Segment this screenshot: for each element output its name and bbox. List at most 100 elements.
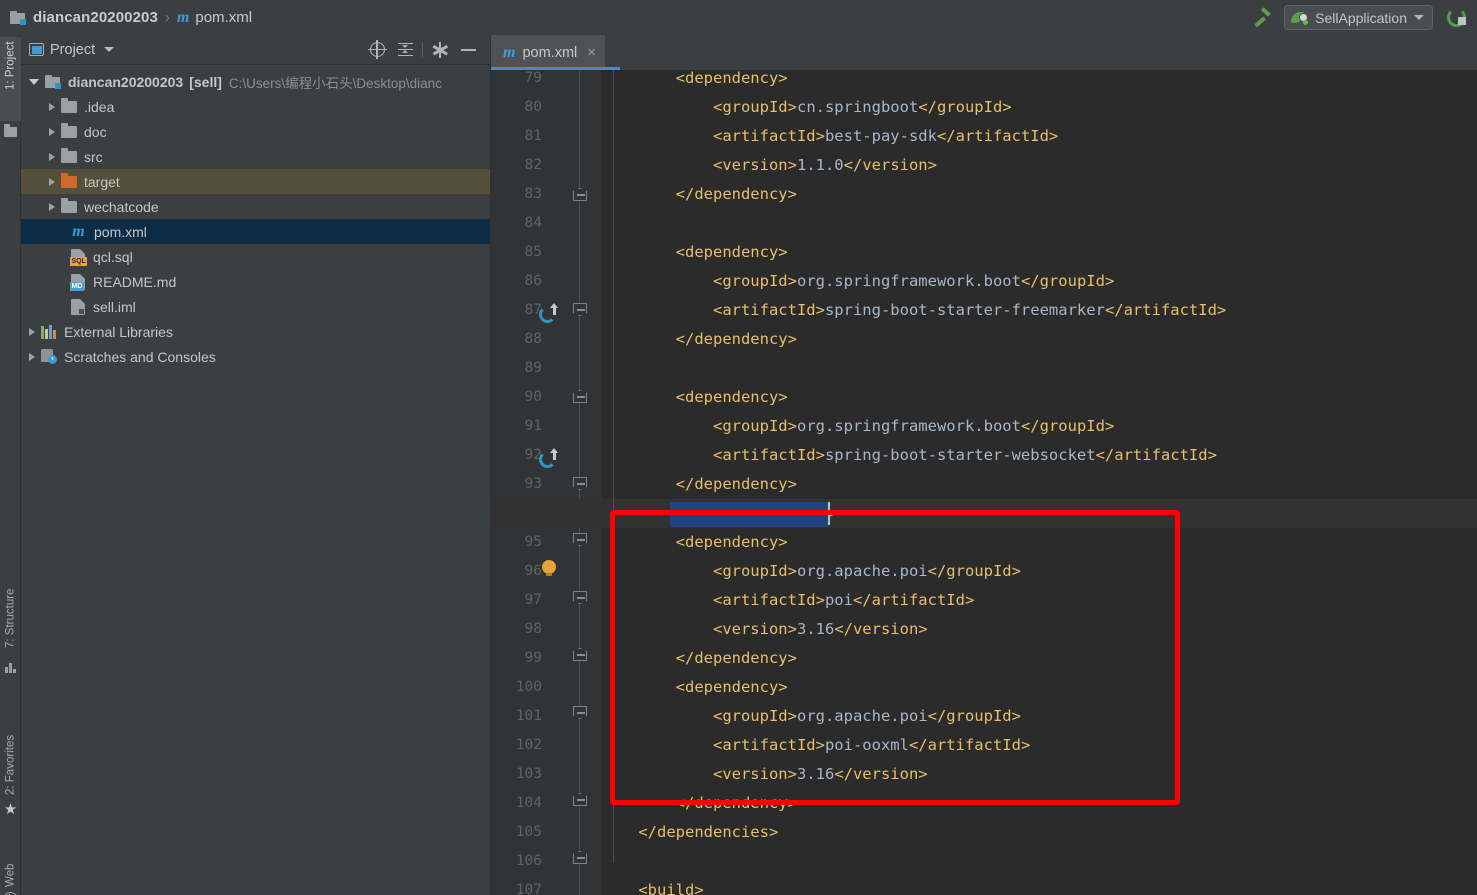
chevron-right-icon[interactable] bbox=[49, 177, 55, 186]
code-line[interactable]: </dependency> bbox=[601, 470, 797, 499]
tree-label: qcl.sql bbox=[93, 248, 133, 265]
line-number: 97 bbox=[524, 592, 542, 608]
rail-item-web[interactable]: Web bbox=[0, 845, 21, 887]
run-icon[interactable] bbox=[1443, 5, 1477, 31]
code-editor[interactable]: 7980818283848586878889909192939495969798… bbox=[491, 70, 1477, 895]
idea-window: diancan20200203 › m pom.xml SellApplicat… bbox=[0, 0, 1477, 895]
code-fold-marker[interactable] bbox=[573, 390, 587, 403]
close-icon[interactable]: × bbox=[587, 45, 596, 60]
code-fold-marker[interactable] bbox=[573, 706, 587, 719]
tool-window-rail: 1: Project 7: Structure 2: Favorites ★ W… bbox=[0, 35, 21, 895]
code-line[interactable]: <groupId>org.springframework.boot</group… bbox=[601, 412, 1114, 441]
tree-node-src[interactable]: src bbox=[21, 144, 490, 169]
code-line[interactable]: </dependencies> bbox=[601, 818, 778, 847]
structure-icon bbox=[5, 663, 16, 673]
minimize-icon bbox=[460, 48, 476, 51]
code-line[interactable]: </dependency> bbox=[601, 789, 797, 818]
tree-node-project[interactable]: diancan20200203 [sell] C:\Users\编程小石头\De… bbox=[21, 69, 490, 94]
tab-pom-xml[interactable]: m pom.xml × bbox=[491, 35, 620, 70]
hide-button[interactable] bbox=[454, 37, 482, 63]
code-line[interactable]: <groupId>org.apache.poi</groupId> bbox=[601, 557, 1021, 586]
settings-button[interactable] bbox=[426, 37, 454, 63]
code-fold-marker[interactable] bbox=[573, 591, 587, 604]
tree-node-scratches[interactable]: Scratches and Consoles bbox=[21, 344, 490, 369]
tree-node-readme-md[interactable]: MD README.md bbox=[21, 269, 490, 294]
line-number: 98 bbox=[524, 621, 542, 637]
tree-node-idea[interactable]: .idea bbox=[21, 94, 490, 119]
chevron-down-icon[interactable] bbox=[29, 78, 39, 85]
code-line[interactable]: <dependency> bbox=[601, 70, 788, 93]
code-line[interactable]: <dependency> bbox=[601, 528, 788, 557]
code-fold-marker[interactable] bbox=[573, 793, 587, 806]
code-fold-marker[interactable] bbox=[573, 188, 587, 201]
code-content[interactable]: <dependency> <groupId>cn.springboot</gro… bbox=[601, 70, 1477, 895]
maven-dependency-update-icon[interactable] bbox=[539, 303, 561, 325]
line-number: 82 bbox=[524, 157, 542, 173]
code-line[interactable]: <dependency> bbox=[601, 673, 788, 702]
chevron-down-icon[interactable] bbox=[104, 47, 115, 52]
chevron-right-icon[interactable] bbox=[29, 327, 35, 336]
folder-icon bbox=[4, 124, 17, 137]
line-number: 81 bbox=[524, 128, 542, 144]
maven-icon: m bbox=[176, 8, 190, 26]
hammer-icon[interactable] bbox=[1252, 6, 1274, 29]
locate-button[interactable] bbox=[363, 37, 391, 63]
code-line[interactable]: <version>3.16</version> bbox=[601, 615, 928, 644]
editor-tabs: m pom.xml × bbox=[491, 35, 1477, 70]
intention-bulb-icon[interactable] bbox=[542, 560, 556, 578]
code-line[interactable]: <version>1.1.0</version> bbox=[601, 151, 937, 180]
code-fold-marker[interactable] bbox=[573, 648, 587, 661]
rail-item-favorites[interactable]: 2: Favorites bbox=[0, 707, 21, 795]
code-line[interactable]: <groupId>org.apache.poi</groupId> bbox=[601, 702, 1021, 731]
breadcrumb-project[interactable]: diancan20200203 bbox=[33, 9, 158, 26]
chevron-right-icon[interactable] bbox=[49, 127, 55, 136]
code-fold-marker[interactable] bbox=[573, 851, 587, 864]
code-fold-marker[interactable] bbox=[573, 533, 587, 546]
line-number: 87 bbox=[524, 302, 542, 318]
code-line[interactable]: <version>3.16</version> bbox=[601, 760, 928, 789]
rail-item-structure[interactable]: 7: Structure bbox=[0, 560, 21, 648]
collapse-all-button[interactable] bbox=[391, 37, 419, 63]
chevron-right-icon[interactable] bbox=[49, 152, 55, 161]
line-number: 92 bbox=[524, 447, 542, 463]
tree-node-qcl-sql[interactable]: SQL qcl.sql bbox=[21, 244, 490, 269]
project-icon bbox=[10, 10, 26, 25]
code-line[interactable]: </dependency> bbox=[601, 325, 797, 354]
line-number: 107 bbox=[515, 882, 542, 895]
sql-badge: SQL bbox=[70, 256, 88, 266]
tree-module-tag: [sell] bbox=[189, 73, 222, 90]
chevron-right-icon[interactable] bbox=[49, 202, 55, 211]
code-line[interactable]: <dependency> bbox=[601, 238, 788, 267]
code-fold-marker[interactable] bbox=[573, 303, 587, 316]
code-line[interactable]: <dependency> bbox=[601, 383, 788, 412]
chevron-right-icon[interactable] bbox=[29, 352, 35, 361]
tree-node-sell-iml[interactable]: sell.iml bbox=[21, 294, 490, 319]
editor-gutter[interactable]: 7980818283848586878889909192939495969798… bbox=[491, 70, 601, 895]
code-line[interactable]: <artifactId>poi-ooxml</artifactId> bbox=[601, 731, 1030, 760]
tree-node-pom-xml[interactable]: m pom.xml bbox=[21, 219, 490, 244]
line-number: 86 bbox=[524, 273, 542, 289]
code-line[interactable]: <artifactId>best-pay-sdk</artifactId> bbox=[601, 122, 1058, 151]
code-line[interactable]: <artifactId>spring-boot-starter-websocke… bbox=[601, 441, 1217, 470]
code-line[interactable]: <groupId>cn.springboot</groupId> bbox=[601, 93, 1012, 122]
code-line[interactable]: </dependency> bbox=[601, 180, 797, 209]
tree-label: Scratches and Consoles bbox=[64, 348, 216, 365]
tree-node-wechatcode[interactable]: wechatcode bbox=[21, 194, 490, 219]
code-line[interactable]: <groupId>org.springframework.boot</group… bbox=[601, 267, 1114, 296]
rail-item-project[interactable]: 1: Project bbox=[0, 37, 21, 121]
maven-icon: m bbox=[72, 222, 85, 240]
tree-node-doc[interactable]: doc bbox=[21, 119, 490, 144]
breadcrumb-file[interactable]: pom.xml bbox=[195, 9, 252, 26]
maven-dependency-update-icon[interactable] bbox=[539, 448, 561, 470]
chevron-right-icon[interactable] bbox=[49, 102, 55, 111]
code-line[interactable]: <build> bbox=[601, 876, 703, 895]
run-configuration-selector[interactable]: SellApplication bbox=[1284, 5, 1433, 30]
tree-node-external-libraries[interactable]: External Libraries bbox=[21, 319, 490, 344]
project-panel-title: Project bbox=[50, 41, 96, 58]
code-fold-marker[interactable] bbox=[573, 477, 587, 490]
tree-node-target[interactable]: target bbox=[21, 169, 490, 194]
code-line[interactable]: <artifactId>poi</artifactId> bbox=[601, 586, 974, 615]
project-icon bbox=[45, 74, 61, 89]
code-line[interactable]: </dependency> bbox=[601, 644, 797, 673]
code-line[interactable]: <artifactId>spring-boot-starter-freemark… bbox=[601, 296, 1226, 325]
